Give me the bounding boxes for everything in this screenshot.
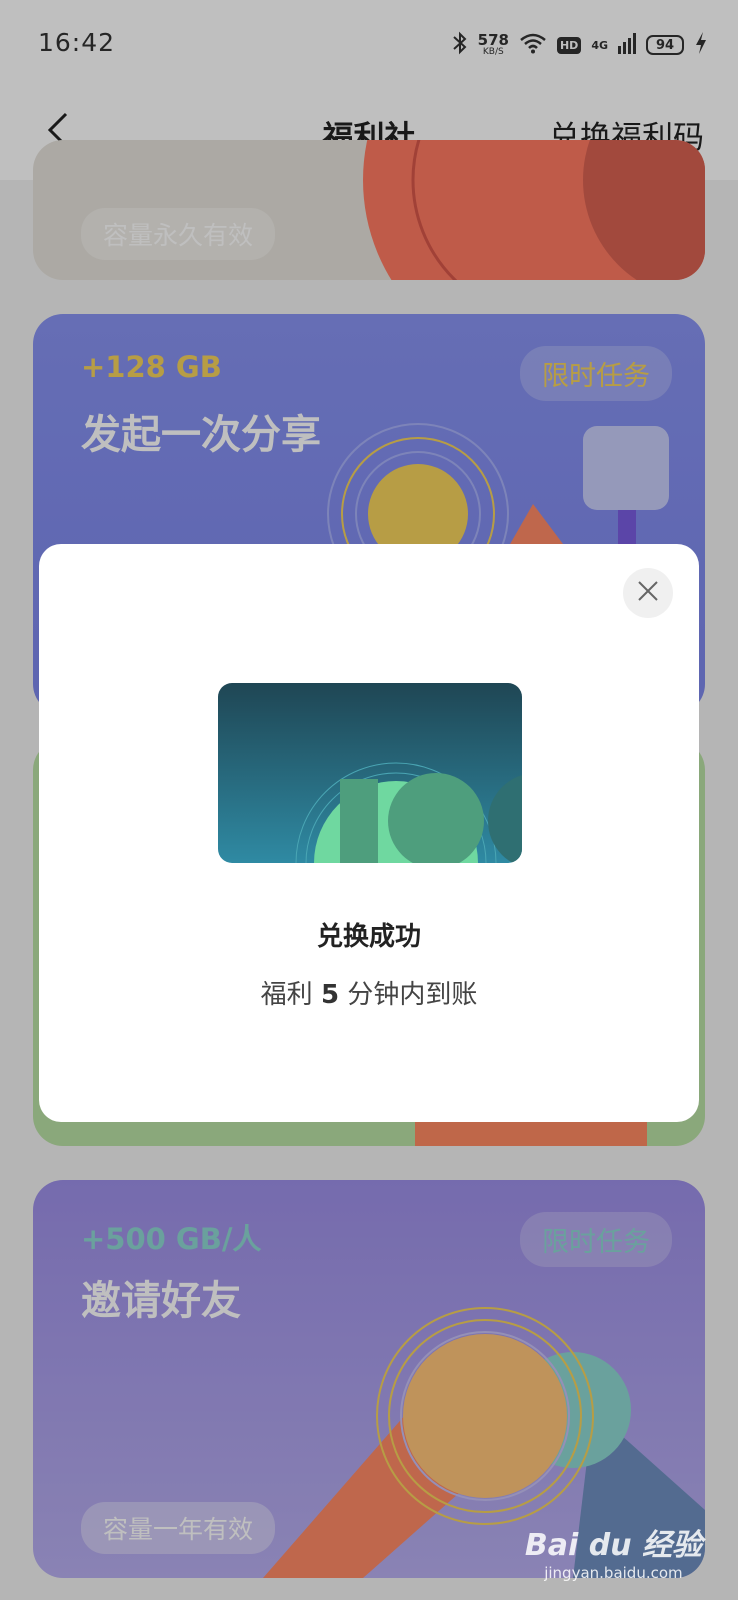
close-icon: [637, 580, 659, 606]
desc-number: 5: [320, 980, 340, 1010]
success-illustration: [218, 683, 522, 863]
redeem-success-dialog: 兑换成功 福利 5 分钟内到账: [39, 544, 699, 1122]
success-title: 兑换成功: [316, 922, 421, 952]
close-button[interactable]: [623, 568, 673, 618]
watermark-url: jingyan.baidu.com: [544, 1564, 683, 1582]
watermark-logo: Bai du 经验: [524, 1528, 702, 1563]
success-description: 福利 5 分钟内到账: [39, 974, 699, 1011]
desc-prefix: 福利: [260, 980, 313, 1010]
desc-suffix: 分钟内到账: [347, 980, 478, 1010]
baidu-watermark: Bai du 经验 jingyan.baidu.com: [525, 1520, 702, 1582]
